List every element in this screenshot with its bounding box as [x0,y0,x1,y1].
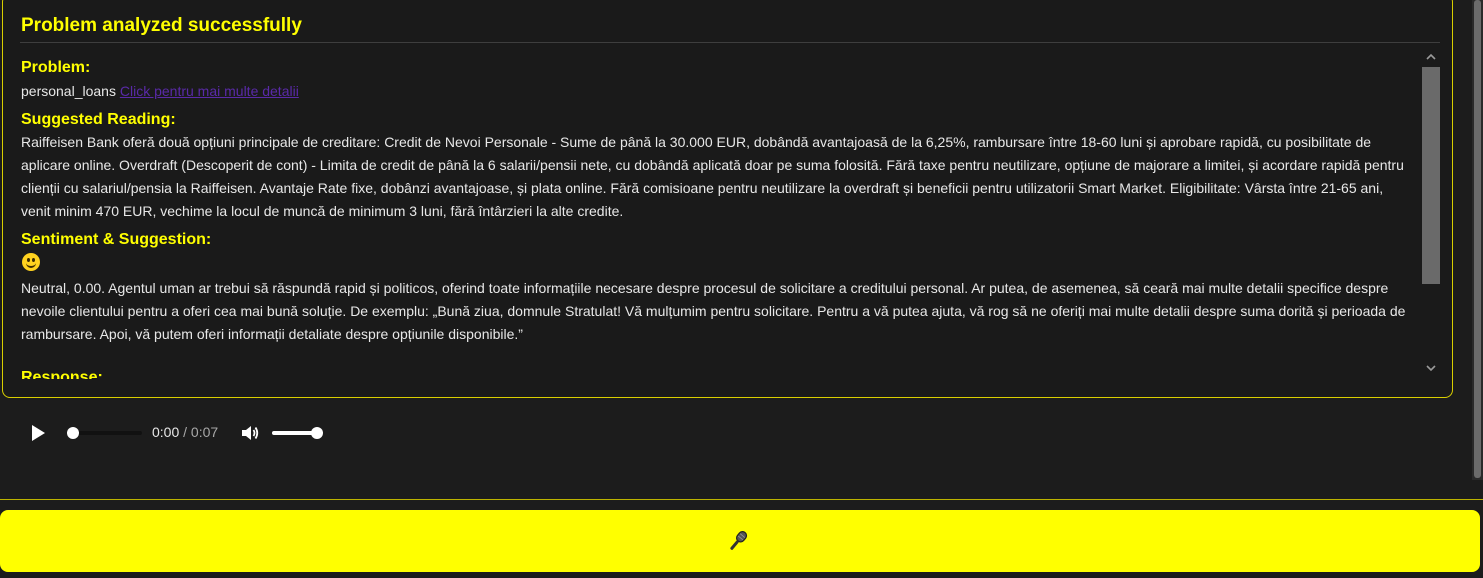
play-icon[interactable] [32,425,45,441]
slightly-smiling-face-icon [22,253,40,271]
volume-icon[interactable] [240,424,260,442]
analysis-scroll-area[interactable]: Problem: personal_loans Click pentru mai… [21,57,1416,379]
footer-divider [0,499,1483,500]
page-scroll-thumb[interactable] [1474,0,1481,478]
microphone-icon [725,528,751,554]
problem-line: personal_loans Click pentru mai multe de… [21,81,1416,101]
panel-title: Problem analyzed successfully [21,15,302,36]
panel-divider [20,42,1440,43]
seek-bar[interactable] [72,431,142,435]
time-display: 0:00 / 0:07 [152,424,218,440]
audio-player: 0:00 / 0:07 [22,414,342,452]
sentiment-heading: Sentiment & Suggestion: [21,231,212,248]
analysis-panel: Problem analyzed successfully Problem: p… [2,0,1453,398]
scroll-down-icon[interactable] [1425,362,1437,374]
problem-value: personal_loans [21,83,116,99]
seek-handle[interactable] [67,427,79,439]
scroll-up-icon[interactable] [1425,51,1437,63]
panel-scrollbar[interactable] [1421,49,1441,379]
details-link[interactable]: Click pentru mai multe detalii [120,83,299,99]
problem-heading: Problem: [21,59,91,76]
scroll-thumb[interactable] [1422,67,1440,284]
duration: 0:07 [190,424,219,440]
time-separator: / [179,424,191,440]
response-heading: Response: [21,369,103,379]
record-button[interactable] [0,510,1480,572]
suggested-reading-text: Raiffeisen Bank oferă două opțiuni princ… [21,134,1404,219]
scroll-track[interactable] [1422,67,1440,357]
sentiment-text: Neutral, 0.00. Agentul uman ar trebui să… [21,280,1406,342]
page-scrollbar[interactable] [1472,0,1483,480]
current-time: 0:00 [152,424,180,440]
volume-slider[interactable] [272,431,316,435]
suggested-reading-heading: Suggested Reading: [21,111,176,128]
volume-handle[interactable] [311,427,323,439]
